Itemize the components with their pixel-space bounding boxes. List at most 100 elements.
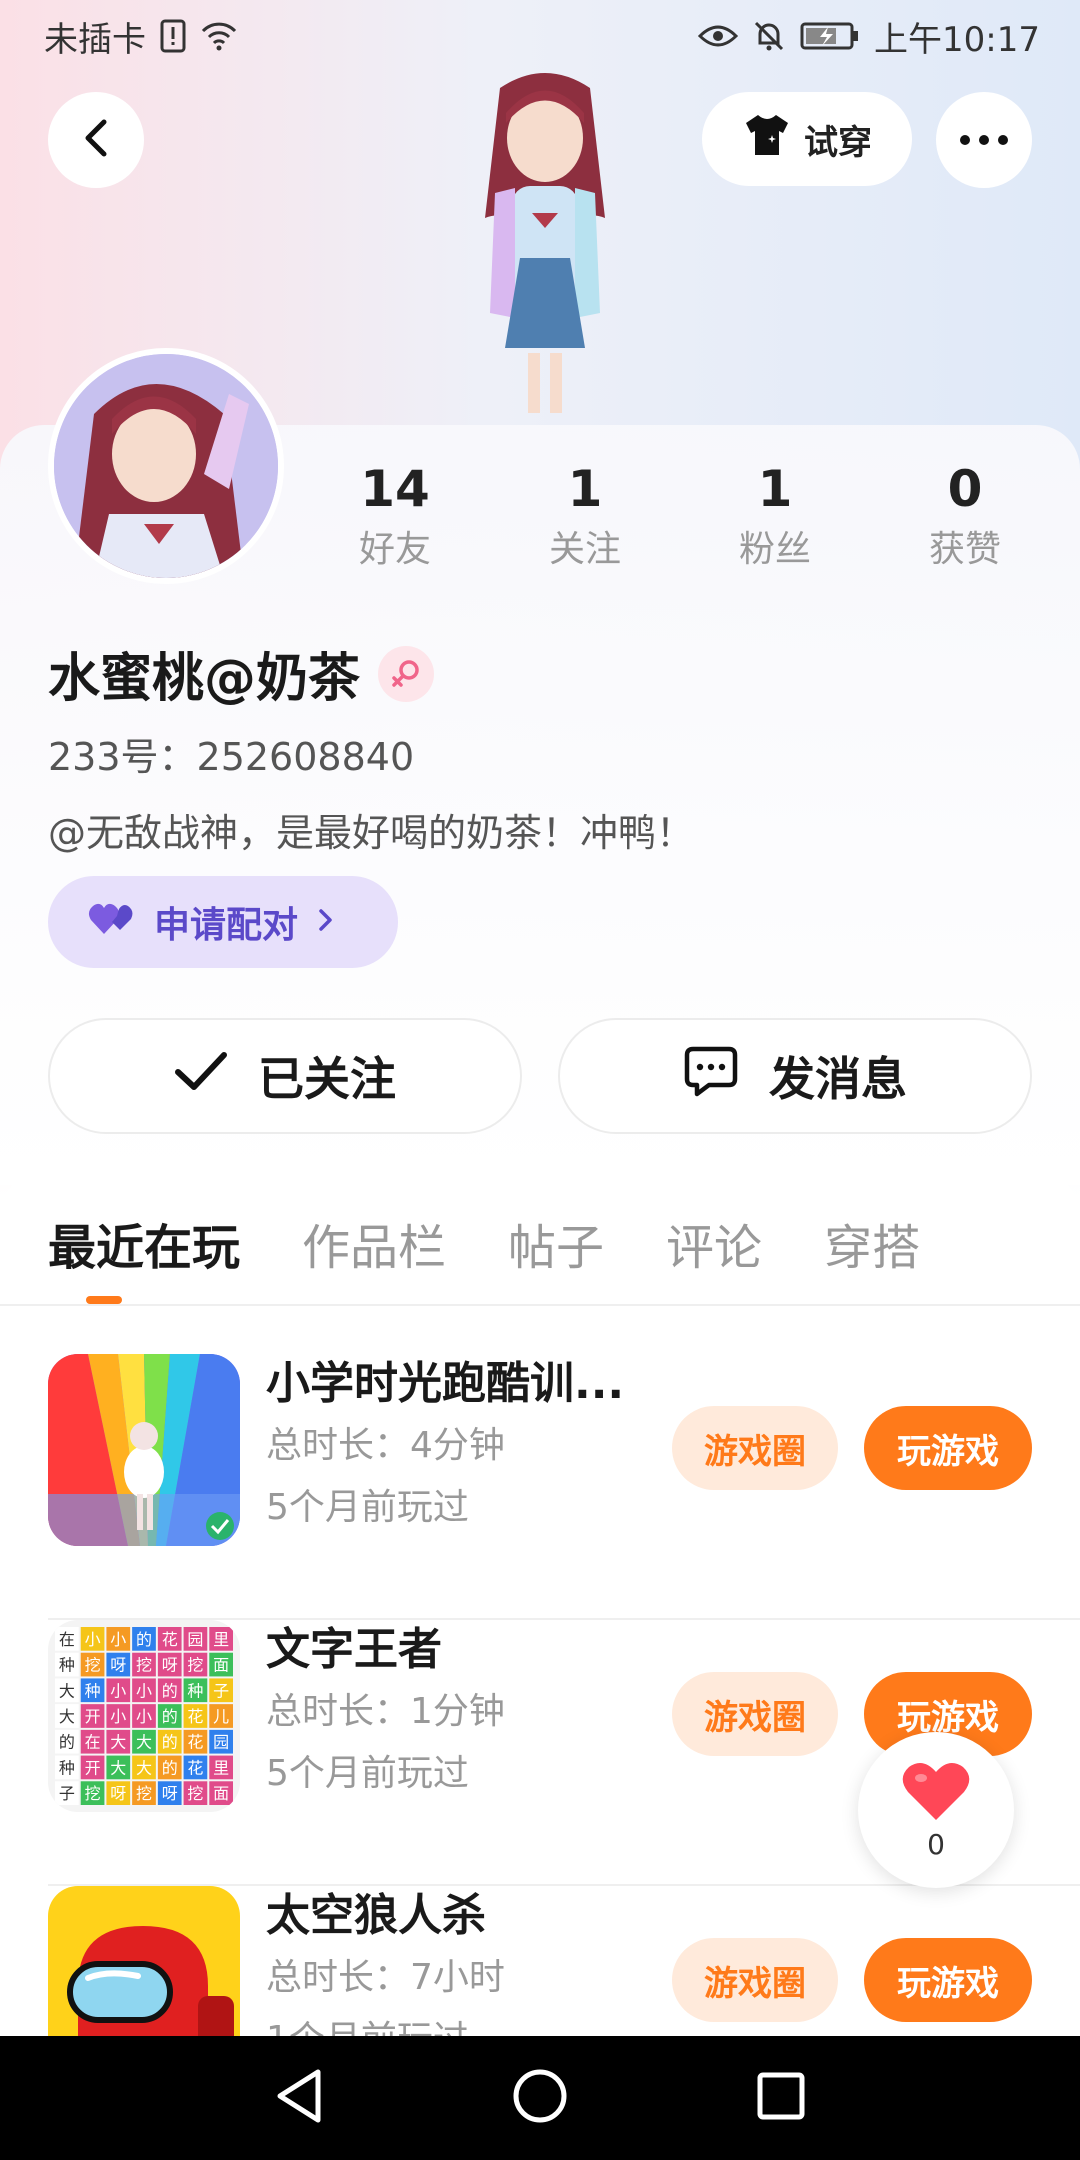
shirt-icon [742, 113, 792, 166]
word-cell-char: 小 [110, 1681, 126, 1700]
game-circle-button[interactable]: 游戏圈 [672, 1406, 838, 1490]
word-cell-char: 挖 [85, 1656, 101, 1675]
game-playtime: 总时长：1分钟 [266, 1691, 505, 1732]
word-cell-char: 种 [59, 1758, 75, 1777]
word-cell-char: 大 [59, 1681, 75, 1700]
word-cell-char: 小 [85, 1630, 101, 1649]
word-cell-char: 子 [59, 1784, 75, 1803]
word-cell-char: 小 [110, 1630, 126, 1649]
tab-bar: 最近在玩 作品栏 帖子 评论 穿搭 [48, 1208, 920, 1288]
stat-value: 1 [567, 460, 603, 518]
game-last-played: 5个月前玩过 [266, 1487, 469, 1528]
word-cell-char: 大 [136, 1733, 152, 1752]
play-game-button[interactable]: 玩游戏 [864, 1406, 1032, 1490]
stat-fans[interactable]: 1 粉丝 [695, 456, 855, 586]
eye-comfort-icon [698, 22, 739, 50]
send-message-button[interactable]: 发消息 [558, 1018, 1032, 1134]
try-on-label: 试穿 [804, 122, 872, 163]
more-options-button[interactable] [936, 92, 1032, 188]
apply-match-label: 申请配对 [154, 905, 299, 946]
word-cell-char: 园 [187, 1630, 203, 1649]
avatar-3d-figure [420, 68, 670, 428]
wifi-icon [200, 21, 238, 51]
word-cell-char: 挖 [85, 1784, 101, 1803]
game-circle-button[interactable]: 游戏圈 [672, 1672, 838, 1756]
nav-home-icon[interactable] [512, 2068, 568, 2128]
word-cell-char: 儿 [213, 1707, 229, 1726]
word-cell-char: 小 [136, 1681, 152, 1700]
game-list-item[interactable]: 小学时光跑酷训... 总时长：4分钟 5个月前玩过 游戏圈 玩游戏 [0, 1354, 1080, 1620]
word-cell-char: 挖 [187, 1784, 203, 1803]
word-cell-char: 种 [187, 1681, 203, 1700]
send-message-label: 发消息 [769, 1052, 907, 1106]
play-game-button[interactable]: 玩游戏 [864, 1938, 1032, 2022]
nickname: 水蜜桃@奶茶 [48, 649, 361, 709]
word-cell-char: 花 [187, 1707, 203, 1726]
game-icon-parkour[interactable] [48, 1354, 240, 1546]
back-button[interactable] [48, 92, 144, 188]
battery-icon [800, 21, 860, 51]
word-cell-char: 种 [59, 1656, 75, 1675]
word-cell-char: 面 [213, 1784, 229, 1803]
stat-label: 获赞 [928, 529, 1001, 570]
user-id: 233号：252608840 [48, 735, 415, 779]
double-heart-icon [88, 900, 136, 945]
stat-following[interactable]: 1 关注 [505, 456, 665, 586]
avatar[interactable] [48, 348, 284, 584]
apply-match-button[interactable]: 申请配对 [48, 876, 398, 968]
mute-bell-icon [752, 19, 786, 53]
game-circle-button[interactable]: 游戏圈 [672, 1938, 838, 2022]
following-button[interactable]: 已关注 [48, 1018, 522, 1134]
carrier-text: 未插卡 [44, 19, 146, 60]
tab-posts[interactable]: 帖子 [508, 1208, 604, 1288]
stat-value: 14 [360, 460, 430, 518]
game-title: 文字王者 [266, 1624, 442, 1675]
word-cell-char: 大 [110, 1733, 126, 1752]
tab-comments[interactable]: 评论 [666, 1208, 762, 1288]
word-cell-char: 的 [162, 1707, 178, 1726]
nav-back-icon[interactable] [274, 2068, 324, 2128]
following-label: 已关注 [258, 1052, 396, 1106]
word-cell-char: 花 [187, 1758, 203, 1777]
stat-likes[interactable]: 0 获赞 [885, 456, 1045, 586]
stat-friends[interactable]: 14 好友 [315, 456, 475, 586]
chat-bubble-icon [683, 1045, 739, 1108]
game-icon-word-king[interactable]: 在小小的花园里种挖呀挖呀挖面大种小小的种子大开小小的花儿的在大大的花园种开大大的… [48, 1620, 240, 1812]
word-cell-char: 花 [162, 1630, 178, 1649]
word-cell-char: 挖 [136, 1656, 152, 1675]
word-cell-char: 面 [213, 1656, 229, 1675]
status-bar: 未插卡 上午10:17 [0, 0, 1080, 72]
word-cell-char: 小 [136, 1707, 152, 1726]
stat-label: 好友 [358, 529, 431, 570]
try-on-button[interactable]: 试穿 [702, 92, 912, 186]
like-count: 0 [927, 1827, 945, 1861]
stat-value: 0 [947, 460, 983, 518]
female-gender-icon [378, 645, 435, 702]
word-cell-char: 挖 [187, 1656, 203, 1675]
tab-recently-played[interactable]: 最近在玩 [48, 1208, 240, 1288]
word-cell-char: 里 [213, 1630, 229, 1649]
word-cell-char: 在 [85, 1733, 101, 1752]
game-last-played: 5个月前玩过 [266, 1753, 469, 1794]
like-floating-button[interactable]: 0 [858, 1732, 1014, 1888]
word-cell-char: 开 [85, 1758, 101, 1777]
bio: @无敌战神，是最好喝的奶茶！冲鸭！ [48, 811, 695, 855]
tab-works[interactable]: 作品栏 [302, 1208, 446, 1288]
word-cell-char: 大 [110, 1758, 126, 1777]
checkmark-icon [174, 1049, 228, 1103]
nav-recents-icon[interactable] [756, 2071, 806, 2125]
word-cell-char: 里 [213, 1758, 229, 1777]
word-cell-char: 大 [136, 1758, 152, 1777]
word-cell-char: 花 [187, 1733, 203, 1752]
profile-stats: 14 好友 1 关注 1 粉丝 0 获赞 [300, 456, 1060, 586]
word-cell-char: 的 [162, 1733, 178, 1752]
word-cell-char: 呀 [110, 1784, 126, 1803]
word-cell-char: 呀 [162, 1784, 178, 1803]
active-tab-indicator [86, 1296, 122, 1304]
word-cell-char: 小 [110, 1707, 126, 1726]
word-cell-char: 的 [59, 1733, 75, 1752]
more-dots-icon [959, 131, 1009, 150]
tab-outfits[interactable]: 穿搭 [824, 1208, 920, 1288]
word-cell-char: 子 [213, 1681, 229, 1700]
word-cell-char: 呀 [110, 1656, 126, 1675]
